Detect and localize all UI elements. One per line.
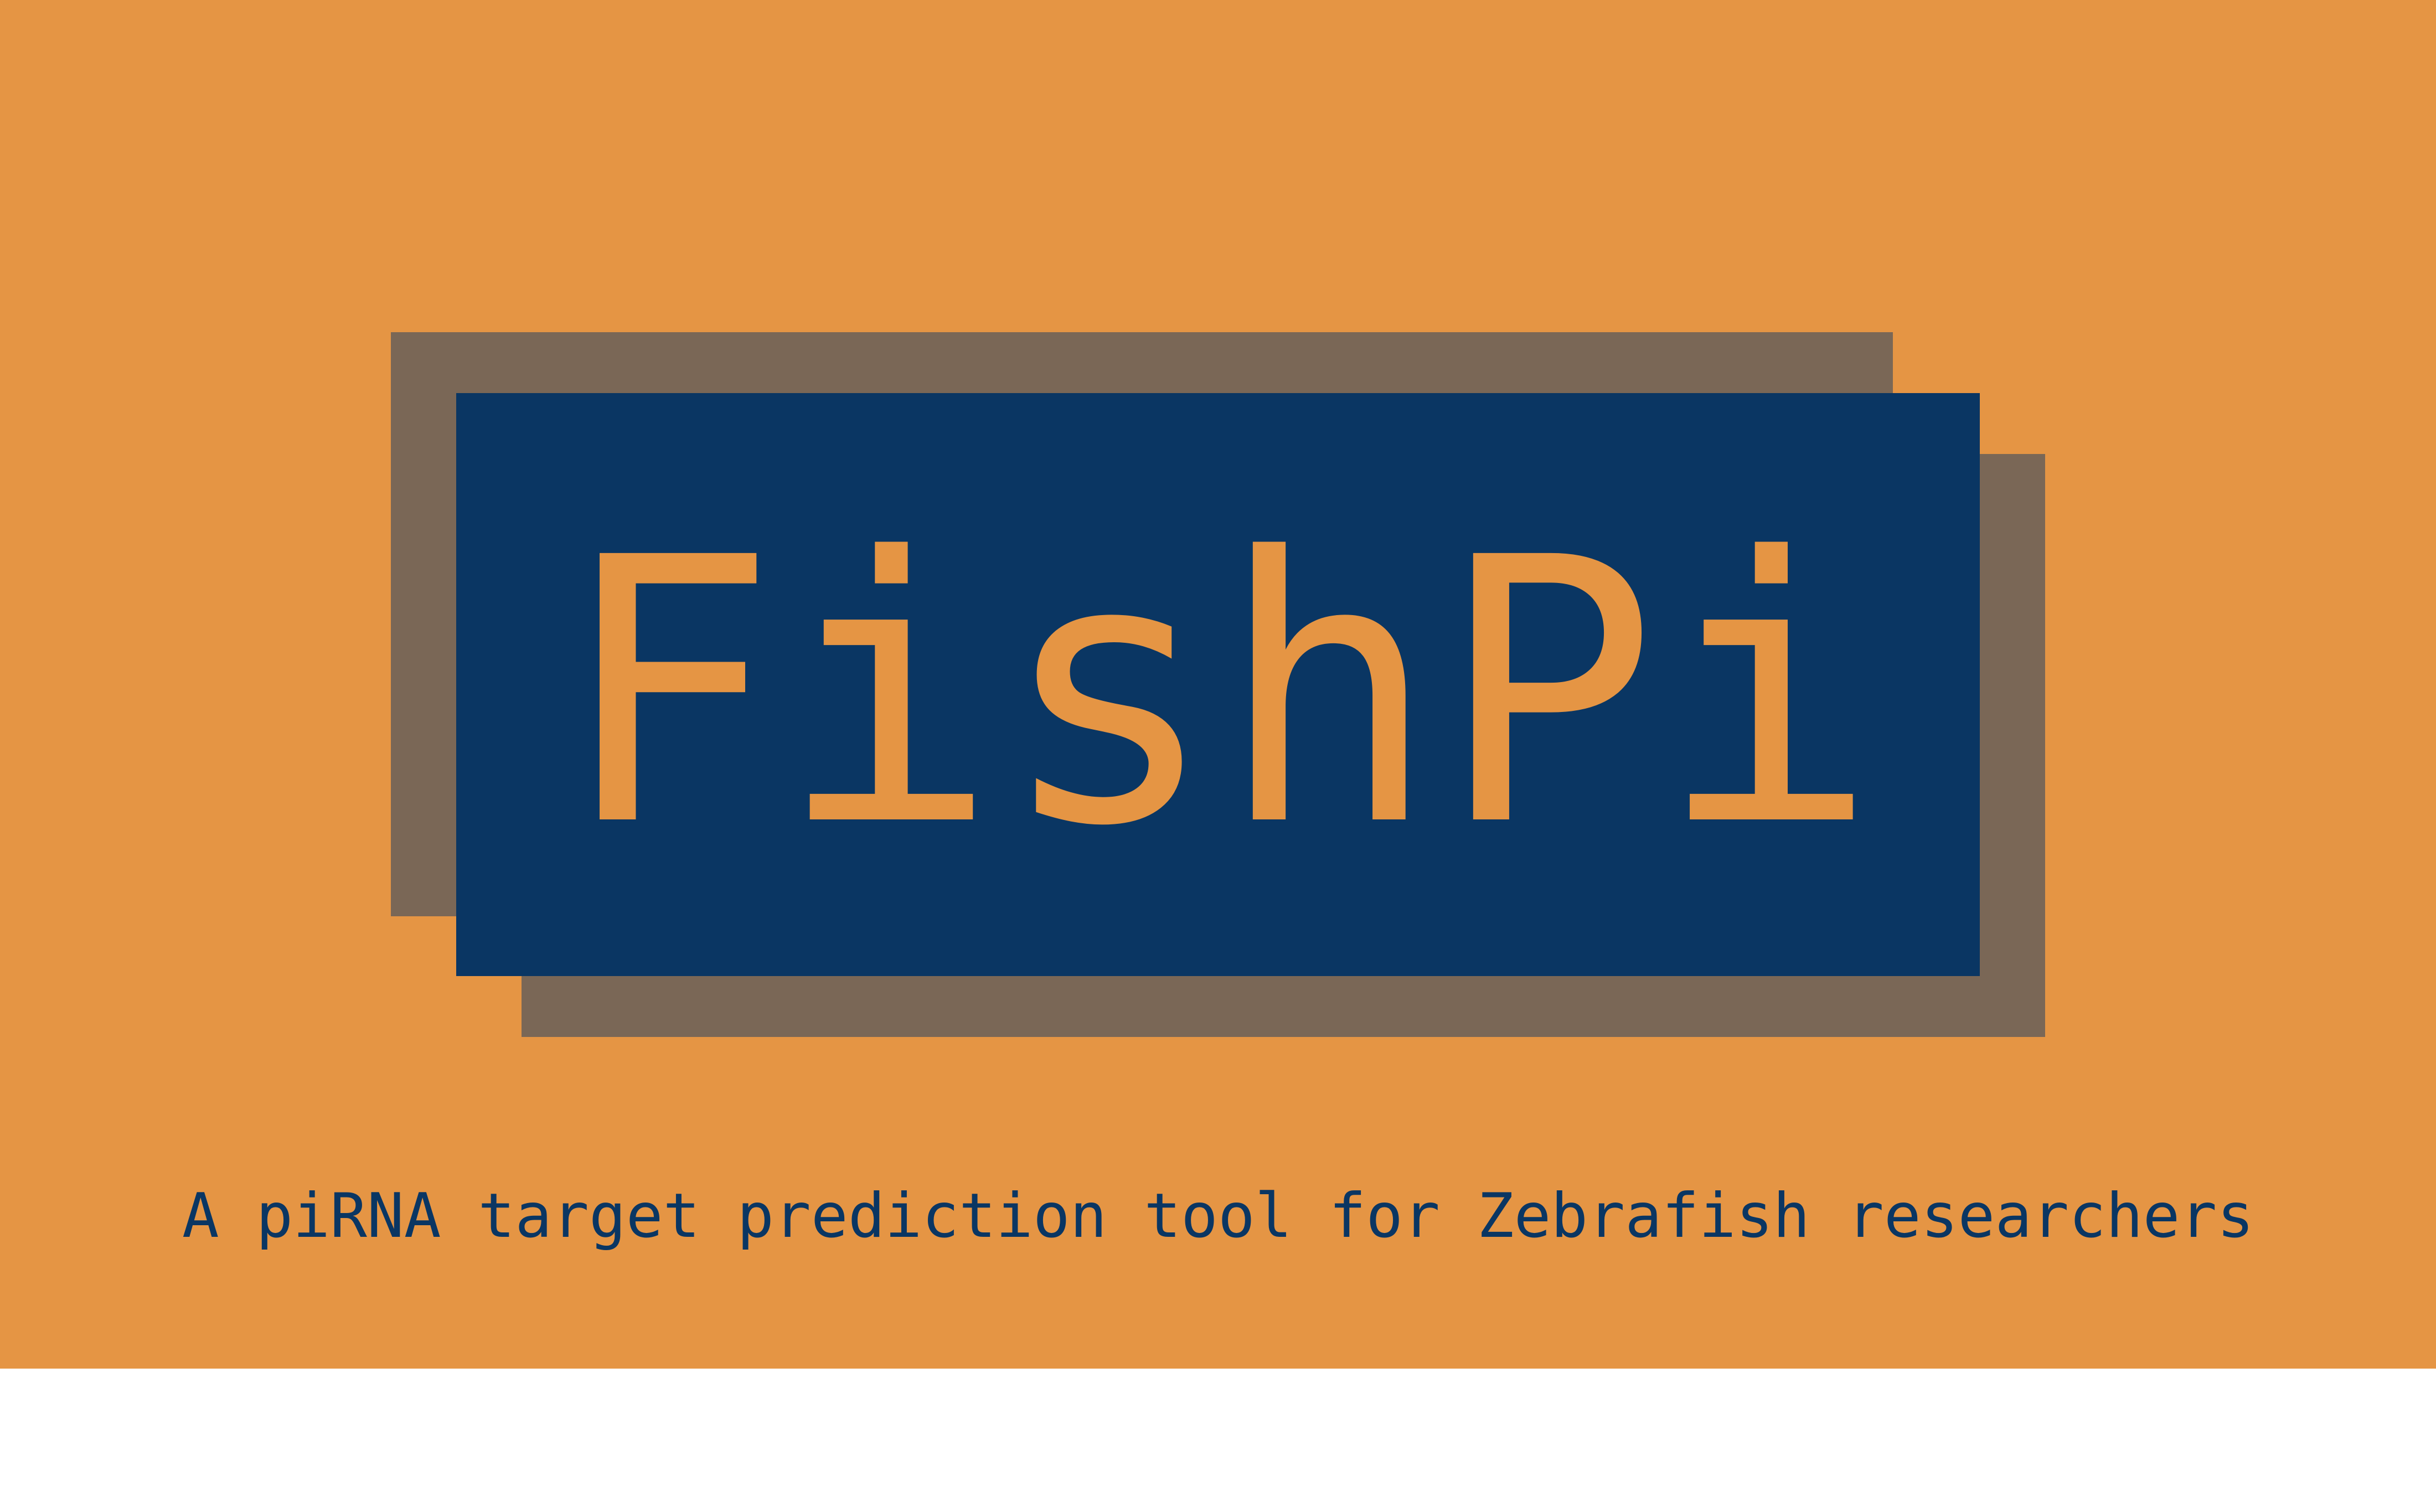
lower-blank-area	[0, 1369, 2436, 1512]
banner-background: FishPi A piRNA target prediction tool fo…	[0, 0, 2436, 1369]
tagline: A piRNA target prediction tool for Zebra…	[182, 1180, 2254, 1252]
logo-title: FishPi	[558, 479, 1878, 906]
logo-box: FishPi	[456, 393, 1980, 976]
